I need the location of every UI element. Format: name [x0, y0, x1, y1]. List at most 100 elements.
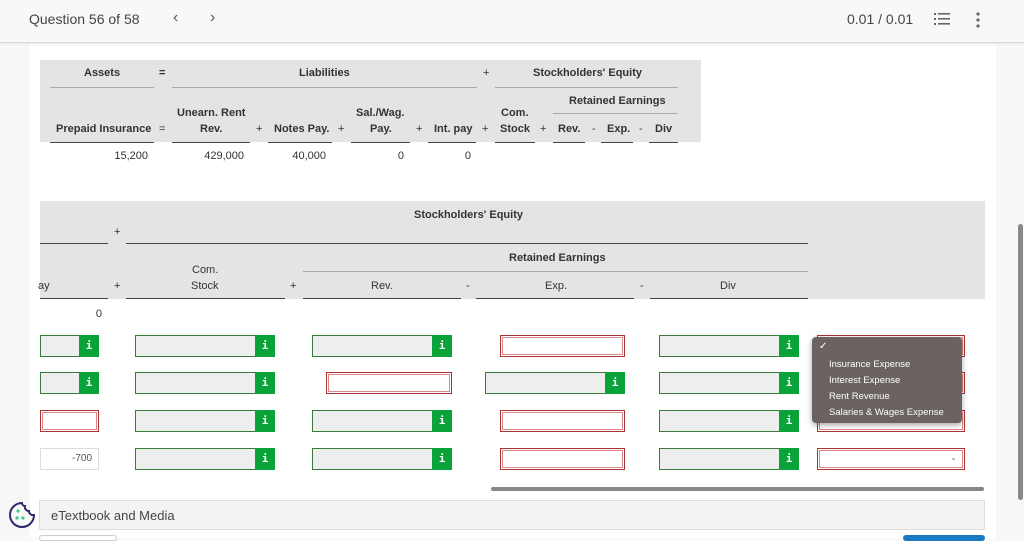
divider	[172, 142, 250, 143]
col-plus: +	[114, 280, 121, 292]
unearned-rent-balance: 429,000	[204, 150, 244, 162]
col-revenue: Rev.	[371, 280, 393, 292]
col-notes-payable: Notes Pay.	[274, 123, 330, 135]
col-unearned-rent-line2: Rev.	[200, 123, 223, 135]
col-dividends: Div	[720, 280, 736, 292]
expense-input-row3[interactable]	[500, 410, 625, 432]
info-icon[interactable]: i	[79, 335, 99, 357]
interest-payable-input-row1[interactable]: i	[40, 335, 99, 357]
revenue-input-row1[interactable]: i	[312, 335, 452, 357]
divider	[351, 142, 410, 143]
divider	[50, 142, 154, 143]
cookie-settings-icon[interactable]	[8, 501, 36, 529]
dropdown-option-insurance-expense[interactable]: Insurance Expense	[829, 359, 910, 370]
col-common-stock-line1: Com.	[192, 264, 219, 276]
col-plus: +	[540, 123, 547, 135]
col-prepaid-insurance: Prepaid Insurance	[56, 123, 152, 135]
info-icon[interactable]: i	[432, 448, 452, 470]
col-interest-payable: Int. pay	[434, 123, 473, 135]
question-list-icon[interactable]	[934, 12, 950, 26]
divider	[126, 298, 285, 299]
info-icon[interactable]: i	[605, 372, 625, 394]
divider	[50, 87, 154, 88]
left-gutter	[0, 44, 30, 538]
col-common-stock-line1: Com.	[501, 107, 529, 119]
info-icon[interactable]: i	[255, 372, 275, 394]
etextbook-media-button[interactable]: eTextbook and Media	[39, 500, 985, 530]
col-minus: -	[466, 280, 470, 292]
info-icon[interactable]: i	[432, 410, 452, 432]
vertical-scrollbar[interactable]	[1018, 224, 1023, 500]
col-salaries-payable-line1: Sal./Wag.	[356, 107, 405, 119]
col-common-stock-line2: Stock	[500, 123, 530, 135]
dropdown-option-rent-revenue[interactable]: Rent Revenue	[829, 391, 890, 402]
dropdown-option-interest-expense[interactable]: Interest Expense	[829, 375, 900, 386]
info-icon[interactable]: i	[779, 335, 799, 357]
etextbook-label: eTextbook and Media	[51, 508, 175, 523]
horizontal-scrollbar[interactable]	[491, 487, 984, 491]
revenue-input-row2[interactable]	[326, 372, 452, 394]
info-icon[interactable]: i	[79, 372, 99, 394]
equity-heading: Stockholders' Equity	[533, 67, 642, 79]
info-icon[interactable]: i	[255, 410, 275, 432]
divider	[601, 142, 633, 143]
divider	[553, 142, 585, 143]
info-icon[interactable]: i	[255, 448, 275, 470]
divider	[649, 142, 678, 143]
common-stock-input-row4[interactable]: i	[135, 448, 275, 470]
common-stock-input-row1[interactable]: i	[135, 335, 275, 357]
col-plus: +	[290, 280, 297, 292]
info-icon[interactable]: i	[779, 448, 799, 470]
expense-input-row1[interactable]	[500, 335, 625, 357]
interest-payable-input-row4[interactable]: -700	[40, 448, 99, 470]
col-unearned-rent-line1: Unearn. Rent	[177, 107, 246, 119]
account-select-row4[interactable]: ⌄	[817, 448, 965, 470]
col-common-stock-line2: Stock	[191, 280, 219, 292]
interest-payable-input-row2[interactable]: i	[40, 372, 99, 394]
checkmark-icon: ✓	[819, 341, 828, 352]
interest-payable-opening: 0	[95, 308, 102, 320]
divider	[495, 87, 678, 88]
bottom-left-button[interactable]	[39, 535, 117, 541]
interest-payable-input-row3[interactable]	[40, 410, 99, 432]
previous-question-button[interactable]: ‹	[173, 9, 178, 27]
more-options-icon[interactable]	[974, 11, 982, 29]
top-bar: Question 56 of 58 ‹ › 0.01 / 0.01	[0, 0, 1024, 43]
common-stock-input-row3[interactable]: i	[135, 410, 275, 432]
divider	[126, 243, 808, 244]
salaries-payable-balance: 0	[397, 150, 404, 162]
col-plus: +	[338, 123, 345, 135]
info-icon[interactable]: i	[255, 335, 275, 357]
col-minus: -	[592, 123, 596, 135]
prepaid-insurance-balance: 15,200	[114, 150, 148, 162]
chevron-down-icon: ⌄	[950, 453, 957, 462]
dividends-input-row4[interactable]: i	[659, 448, 799, 470]
info-icon[interactable]: i	[432, 335, 452, 357]
info-icon[interactable]: i	[779, 410, 799, 432]
common-stock-input-row2[interactable]: i	[135, 372, 275, 394]
submit-button[interactable]	[903, 535, 985, 541]
dropdown-option-salaries-wages-expense[interactable]: Salaries & Wages Expense	[829, 407, 944, 418]
liabilities-heading: Liabilities	[299, 67, 350, 79]
col-minus: -	[640, 280, 644, 292]
col-expenses: Exp.	[607, 123, 631, 135]
retained-earnings-heading-2: Retained Earnings	[509, 252, 606, 264]
expense-input-row4[interactable]	[500, 448, 625, 470]
divider	[40, 243, 108, 244]
retained-earnings-heading: Retained Earnings	[569, 95, 666, 107]
next-question-button[interactable]: ›	[210, 9, 215, 27]
expense-input-row2[interactable]: i	[485, 372, 625, 394]
info-icon[interactable]: i	[779, 372, 799, 394]
divider	[476, 298, 634, 299]
col-plus: +	[482, 123, 489, 135]
dividends-input-row1[interactable]: i	[659, 335, 799, 357]
revenue-input-row3[interactable]: i	[312, 410, 452, 432]
revenue-input-row4[interactable]: i	[312, 448, 452, 470]
question-counter: Question 56 of 58	[29, 11, 140, 27]
col-plus: +	[416, 123, 423, 135]
equals-sign: =	[159, 67, 166, 79]
dividends-input-row3[interactable]: i	[659, 410, 799, 432]
dividends-input-row2[interactable]: i	[659, 372, 799, 394]
col-minus: -	[639, 123, 643, 135]
divider	[303, 298, 461, 299]
